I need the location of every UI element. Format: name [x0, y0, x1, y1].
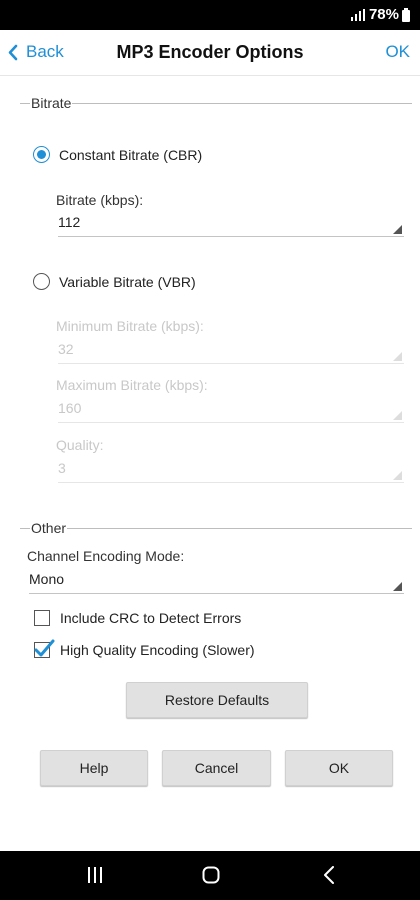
min-bitrate-select: 32	[58, 338, 404, 364]
bitrate-section-divider	[20, 103, 412, 104]
home-icon[interactable]	[202, 866, 220, 884]
vbr-option[interactable]: Variable Bitrate (VBR)	[33, 273, 196, 290]
help-button[interactable]: Help	[40, 750, 148, 786]
recents-icon[interactable]	[87, 866, 103, 884]
battery-icon	[402, 7, 410, 22]
channel-mode-value: Mono	[29, 571, 65, 587]
crc-label: Include CRC to Detect Errors	[60, 610, 242, 626]
bitrate-section-title: Bitrate	[30, 95, 73, 111]
back-icon[interactable]	[323, 866, 335, 884]
crc-option[interactable]: Include CRC to Detect Errors	[34, 610, 241, 626]
quality-select: 3	[58, 457, 404, 483]
dropdown-arrow-icon	[393, 352, 402, 361]
hq-option[interactable]: High Quality Encoding (Slower)	[34, 639, 255, 658]
quality-value: 3	[58, 460, 66, 476]
header: Back MP3 Encoder Options OK	[0, 30, 420, 76]
bitrate-select[interactable]: 112	[58, 211, 404, 237]
system-nav-bar	[0, 851, 420, 900]
hq-label: High Quality Encoding (Slower)	[60, 642, 255, 658]
crc-checkbox[interactable]	[34, 610, 50, 626]
status-indicators: 78%	[350, 6, 410, 23]
max-bitrate-value: 160	[58, 400, 82, 416]
header-ok-button[interactable]: OK	[385, 42, 410, 62]
back-button[interactable]: Back	[8, 42, 64, 62]
max-bitrate-select: 160	[58, 397, 404, 423]
bitrate-label: Bitrate (kbps):	[56, 192, 144, 208]
quality-label: Quality:	[56, 437, 104, 453]
dropdown-arrow-icon	[393, 471, 402, 480]
dropdown-arrow-icon	[393, 225, 402, 234]
vbr-label: Variable Bitrate (VBR)	[59, 273, 196, 290]
dropdown-arrow-icon	[393, 411, 402, 420]
other-section-title: Other	[30, 520, 68, 536]
restore-defaults-button[interactable]: Restore Defaults	[126, 682, 308, 718]
cbr-label: Constant Bitrate (CBR)	[59, 146, 203, 163]
back-label: Back	[26, 42, 64, 61]
checkmark-icon	[34, 639, 55, 657]
chevron-left-icon	[8, 44, 18, 60]
ok-button[interactable]: OK	[285, 750, 393, 786]
other-section-divider	[20, 528, 412, 529]
min-bitrate-value: 32	[58, 341, 74, 357]
channel-mode-select[interactable]: Mono	[29, 568, 404, 594]
cbr-radio[interactable]	[33, 146, 50, 163]
battery-percent: 78%	[368, 6, 399, 23]
hq-checkbox[interactable]	[34, 639, 55, 658]
bitrate-value: 112	[58, 214, 81, 230]
channel-mode-label: Channel Encoding Mode:	[27, 548, 185, 564]
cancel-button[interactable]: Cancel	[162, 750, 271, 786]
signal-icon	[350, 8, 365, 21]
vbr-radio[interactable]	[33, 273, 50, 290]
cbr-option[interactable]: Constant Bitrate (CBR)	[33, 146, 202, 163]
min-bitrate-label: Minimum Bitrate (kbps):	[56, 318, 204, 334]
status-bar: 78%	[0, 0, 420, 30]
max-bitrate-label: Maximum Bitrate (kbps):	[56, 377, 208, 393]
dropdown-arrow-icon	[393, 582, 402, 591]
